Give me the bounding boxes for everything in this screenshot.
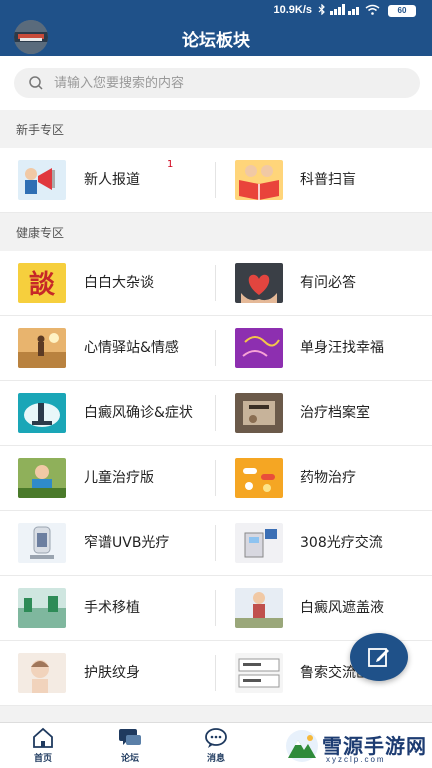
forum-label: 308光疗交流: [300, 534, 383, 551]
svg-text:談: 談: [29, 269, 56, 300]
signal-icon-2: [348, 7, 359, 15]
forum-item-medicine[interactable]: 药物治疗: [216, 446, 432, 510]
laser-machine-icon: [235, 523, 283, 563]
forum-icon: [119, 729, 141, 745]
search-bar[interactable]: [14, 68, 420, 98]
edit-icon: [368, 648, 389, 667]
forum-item-children[interactable]: 儿童治疗版: [0, 446, 216, 510]
book-icon: [235, 160, 283, 200]
mountain-logo-icon: [286, 730, 318, 762]
field-person-icon: [18, 328, 66, 368]
forum-item-newcomer[interactable]: 新人报道 1: [0, 148, 216, 212]
forum-label: 白癜风遮盖液: [300, 599, 384, 616]
forum-row: 窄谱UVB光疗 308光疗交流: [0, 511, 432, 576]
forum-label: 单身汪找幸福: [300, 339, 384, 356]
section-title: 新手专区: [16, 123, 65, 137]
opzelura-box-icon: [235, 653, 283, 693]
forum-item-chat[interactable]: 談 白白大杂谈: [0, 251, 216, 315]
forum-row: 新人报道 1 科普扫盲: [0, 148, 432, 213]
forum-label: 药物治疗: [300, 469, 356, 486]
forum-item-308[interactable]: 308光疗交流: [216, 511, 432, 575]
forum-item-uvb[interactable]: 窄谱UVB光疗: [0, 511, 216, 575]
forum-label: 儿童治疗版: [84, 469, 154, 486]
megaphone-icon: [18, 160, 66, 200]
nav-label: 论坛: [120, 754, 139, 764]
forum-item-mood[interactable]: 心情驿站&情感: [0, 316, 216, 380]
forum-item-diagnosis[interactable]: 白癜风确诊&症状: [0, 381, 216, 445]
forum-item-cover[interactable]: 白癜风遮盖液: [216, 576, 432, 640]
search-icon: [29, 76, 43, 90]
forum-item-single[interactable]: 单身汪找幸福: [216, 316, 432, 380]
surgery-lab-icon: [18, 588, 66, 628]
talk-character-icon: 談: [18, 263, 66, 303]
forum-item-archive[interactable]: 治疗档案室: [216, 381, 432, 445]
signal-icon: [330, 4, 345, 15]
forum-item-qa[interactable]: 有问必答: [216, 251, 432, 315]
top-app-bar: 10.9K/s 60 论坛板块: [0, 0, 432, 56]
status-bar: 10.9K/s 60: [0, 0, 432, 20]
section-header-newbie: 新手专区: [0, 110, 432, 148]
forum-label: 窄谱UVB光疗: [84, 534, 170, 551]
forum-row: 手术移植 白癜风遮盖液: [0, 576, 432, 641]
battery-indicator: 60: [388, 5, 416, 17]
forum-label: 新人报道: [84, 171, 140, 188]
nav-label: 消息: [206, 754, 225, 764]
forum-label: 白白大杂谈: [84, 274, 154, 291]
forum-label: 有问必答: [300, 274, 356, 291]
page-title: 论坛板块: [182, 31, 250, 51]
forum-label: 护肤纹身: [84, 664, 140, 681]
child-photo-icon: [18, 458, 66, 498]
message-icon: [205, 728, 227, 748]
bluetooth-icon: [318, 4, 325, 15]
forum-item-skincare[interactable]: 护肤纹身: [0, 641, 216, 705]
home-icon: [33, 727, 53, 748]
nav-messages[interactable]: 消息: [186, 727, 246, 764]
nav-home[interactable]: 首页: [13, 727, 73, 764]
forum-row: 儿童治疗版 药物治疗: [0, 446, 432, 511]
purple-love-icon: [235, 328, 283, 368]
skincare-woman-icon: [18, 653, 66, 693]
archive-files-icon: [235, 393, 283, 433]
uvb-device-icon: [18, 523, 66, 563]
wifi-icon: [365, 4, 380, 15]
watermark: 雪源手游网 xyzclp.com: [282, 724, 432, 768]
nav-label: 首页: [33, 754, 52, 764]
section-grid-newbie: 新人报道 1 科普扫盲: [0, 148, 432, 213]
forum-label: 手术移植: [84, 599, 140, 616]
microscope-icon: [18, 393, 66, 433]
forum-row: 心情驿站&情感 单身汪找幸福: [0, 316, 432, 381]
cover-liquid-icon: [235, 588, 283, 628]
forum-label: 科普扫盲: [300, 171, 356, 188]
forum-item-surgery[interactable]: 手术移植: [0, 576, 216, 640]
forum-label: 心情驿站&情感: [84, 339, 179, 356]
new-post-button[interactable]: [350, 633, 408, 681]
unread-badge: 1: [167, 159, 174, 170]
forum-label: 白癜风确诊&症状: [84, 404, 193, 421]
forum-row: 談 白白大杂谈 有问必答: [0, 251, 432, 316]
search-container: [0, 56, 432, 110]
section-header-health: 健康专区: [0, 213, 432, 251]
watermark-sub: xyzclp.com: [326, 755, 386, 764]
forum-item-science[interactable]: 科普扫盲: [216, 148, 432, 212]
search-input[interactable]: [54, 72, 404, 94]
forum-row: 白癜风确诊&症状 治疗档案室: [0, 381, 432, 446]
heart-hands-icon: [235, 263, 283, 303]
network-speed: 10.9K/s: [273, 4, 312, 16]
forum-label: 治疗档案室: [300, 404, 370, 421]
pills-icon: [235, 458, 283, 498]
section-title: 健康专区: [16, 226, 65, 240]
nav-forum[interactable]: 论坛: [100, 727, 160, 764]
